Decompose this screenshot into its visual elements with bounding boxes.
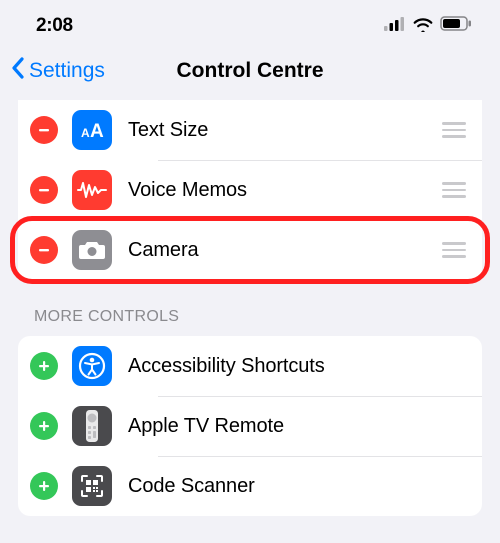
code-scanner-icon: [72, 466, 112, 506]
back-button[interactable]: Settings: [10, 56, 105, 86]
camera-icon: [72, 230, 112, 270]
included-controls-group: A A Text Size Voice Memos: [18, 100, 482, 280]
row-label: Code Scanner: [128, 475, 470, 498]
add-button[interactable]: [30, 472, 58, 500]
drag-handle-icon[interactable]: [440, 182, 470, 198]
accessibility-icon: [72, 346, 112, 386]
status-bar: 2:08: [0, 0, 500, 48]
remove-button[interactable]: [30, 116, 58, 144]
svg-text:A: A: [90, 121, 104, 142]
list-item[interactable]: Camera: [18, 220, 482, 280]
row-label: Camera: [128, 239, 440, 262]
text-size-icon: A A: [72, 110, 112, 150]
remove-button[interactable]: [30, 176, 58, 204]
page-title: Control Centre: [177, 59, 324, 83]
separator: [158, 160, 482, 161]
add-button[interactable]: [30, 352, 58, 380]
list-item[interactable]: Apple TV Remote: [18, 396, 482, 456]
back-label: Settings: [29, 59, 105, 83]
section-header: MORE CONTROLS: [0, 280, 500, 336]
row-label: Accessibility Shortcuts: [128, 355, 470, 378]
row-label: Voice Memos: [128, 179, 440, 202]
list-item[interactable]: Code Scanner: [18, 456, 482, 516]
more-controls-group: Accessibility Shortcuts Apple TV Remote: [18, 336, 482, 516]
status-time: 2:08: [36, 15, 73, 37]
drag-handle-icon[interactable]: [440, 242, 470, 258]
separator: [158, 456, 482, 457]
nav-bar: Settings Control Centre: [0, 48, 500, 100]
wifi-icon: [412, 16, 434, 37]
status-icons: [384, 16, 472, 37]
chevron-left-icon: [10, 56, 26, 86]
battery-icon: [440, 16, 472, 36]
svg-text:A: A: [81, 126, 90, 140]
list-item[interactable]: Accessibility Shortcuts: [18, 336, 482, 396]
cellular-icon: [384, 17, 406, 36]
row-label: Apple TV Remote: [128, 415, 470, 438]
list-item[interactable]: A A Text Size: [18, 100, 482, 160]
tv-remote-icon: [72, 406, 112, 446]
separator: [158, 220, 482, 221]
remove-button[interactable]: [30, 236, 58, 264]
voice-memos-icon: [72, 170, 112, 210]
add-button[interactable]: [30, 412, 58, 440]
row-label: Text Size: [128, 119, 440, 142]
list-item[interactable]: Voice Memos: [18, 160, 482, 220]
separator: [158, 396, 482, 397]
drag-handle-icon[interactable]: [440, 122, 470, 138]
